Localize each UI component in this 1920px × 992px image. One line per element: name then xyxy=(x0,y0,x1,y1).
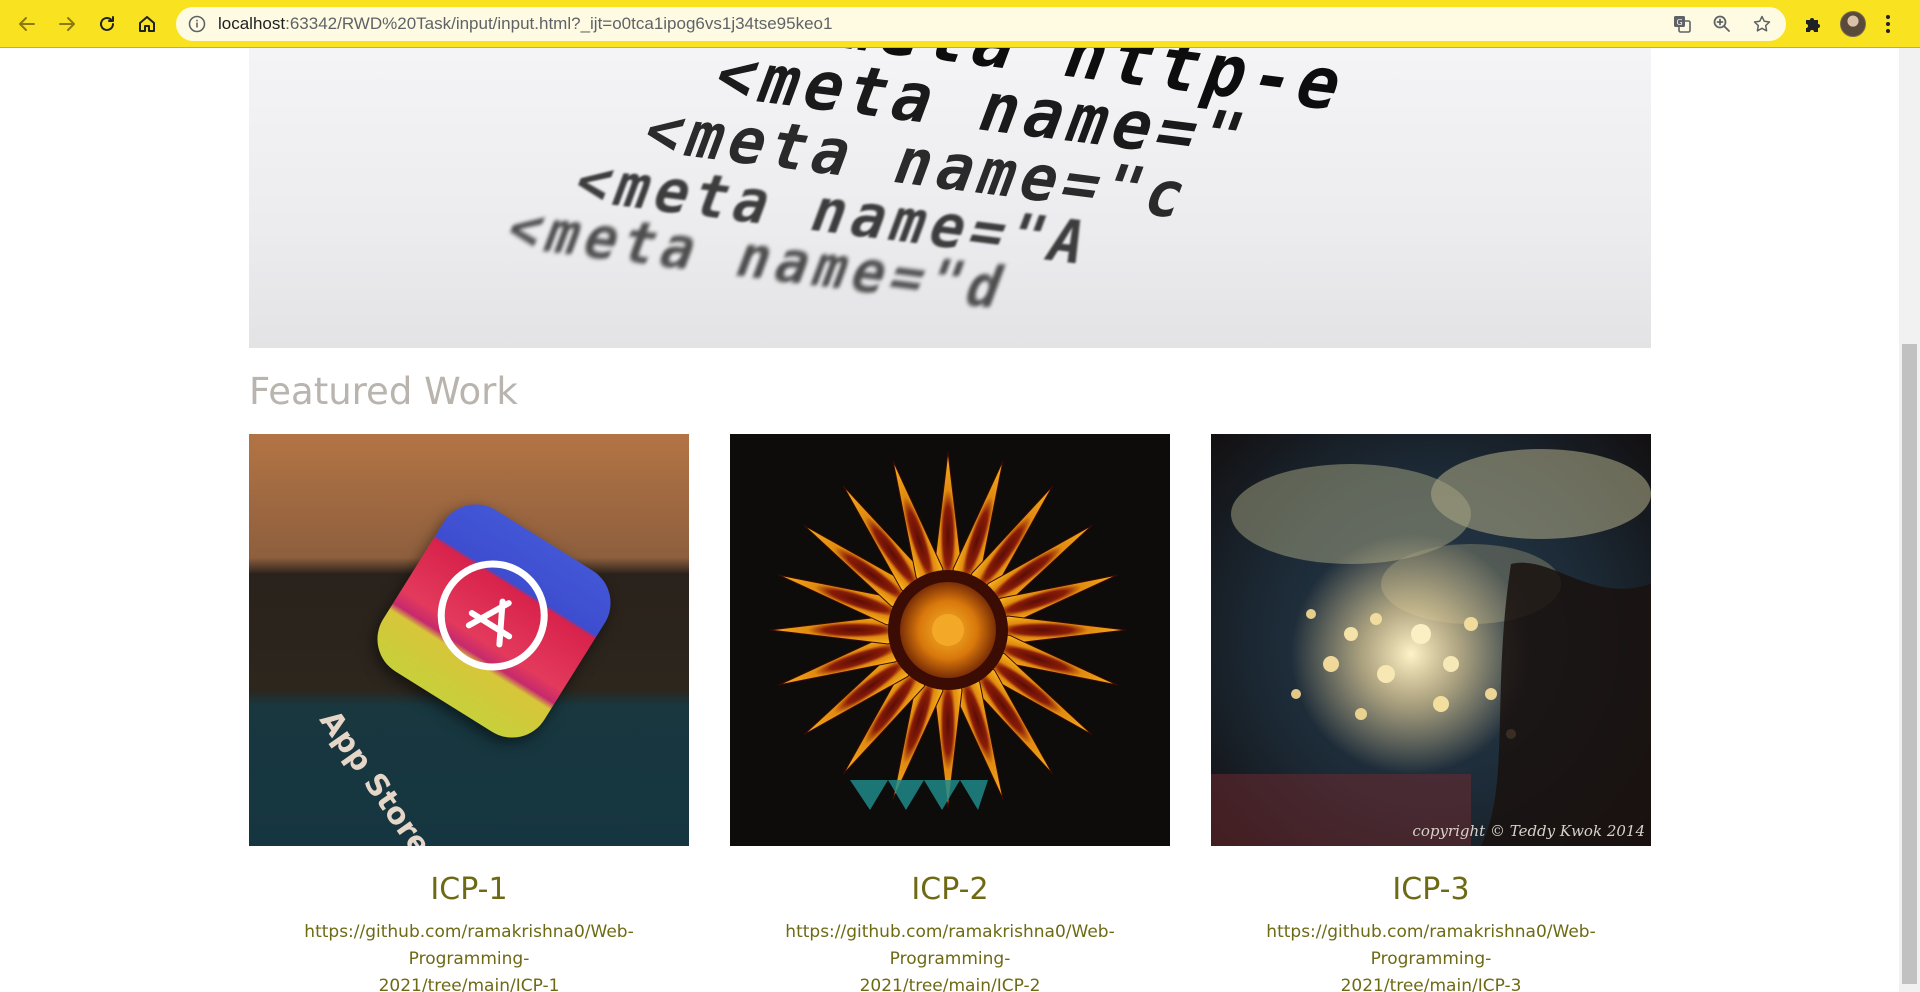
sunflower-image xyxy=(730,434,1170,846)
card-title: ICP-2 xyxy=(911,872,989,907)
card-link-line[interactable]: 2021/tree/main/ICP-3 xyxy=(1211,973,1651,992)
card-link-line[interactable]: 2021/tree/main/ICP-2 xyxy=(730,973,1170,992)
forward-button[interactable] xyxy=(52,9,82,39)
url-host: localhost xyxy=(218,14,286,33)
kebab-menu-icon[interactable] xyxy=(1884,13,1892,35)
bokeh-graphic xyxy=(1211,449,1651,846)
url-path: :63342/RWD%20Task/input/input.html?_ijt=… xyxy=(285,14,833,33)
translate-icon[interactable]: G xyxy=(1672,14,1692,34)
address-bar[interactable]: localhost:63342/RWD%20Task/input/input.h… xyxy=(176,7,1786,41)
bokeh-image: copyright © Teddy Kwok 2014 xyxy=(1211,434,1651,846)
hero-code-text: <meta http-e <meta name=" <meta name="c … xyxy=(249,48,1641,348)
card-title: ICP-3 xyxy=(1392,872,1470,907)
card-link[interactable]: https://github.com/ramakrishna0/Web-Prog… xyxy=(730,919,1170,992)
home-button[interactable] xyxy=(132,9,162,39)
page-viewport: <meta http-e <meta name=" <meta name="c … xyxy=(0,48,1899,992)
arrow-left-icon xyxy=(19,17,35,31)
info-icon[interactable] xyxy=(188,15,206,33)
zoom-icon[interactable] xyxy=(1712,14,1732,34)
image-watermark: copyright © Teddy Kwok 2014 xyxy=(1412,822,1645,840)
reload-button[interactable] xyxy=(92,9,122,39)
svg-text:G: G xyxy=(1677,18,1683,27)
featured-card-icp-2: ICP-2 https://github.com/ramakrishna0/We… xyxy=(730,434,1170,992)
card-link-line[interactable]: 2021/tree/main/ICP-1 xyxy=(249,973,689,992)
back-button[interactable] xyxy=(12,9,42,39)
card-link-line[interactable]: https://github.com/ramakrishna0/Web-Prog… xyxy=(249,919,689,973)
featured-card-icp-1: App Store ICP-1 https://github.com/ramak… xyxy=(249,434,689,992)
hero-image: <meta http-e <meta name=" <meta name="c … xyxy=(249,48,1651,348)
home-icon xyxy=(139,16,155,32)
card-link-line[interactable]: https://github.com/ramakrishna0/Web-Prog… xyxy=(1211,919,1651,973)
card-title: ICP-1 xyxy=(430,872,508,907)
sunflower-graphic xyxy=(769,451,1127,810)
browser-toolbar: localhost:63342/RWD%20Task/input/input.h… xyxy=(0,0,1920,48)
star-icon[interactable] xyxy=(1752,14,1772,34)
reload-icon xyxy=(100,16,114,31)
app-store-image: App Store xyxy=(249,434,689,846)
url-text: localhost:63342/RWD%20Task/input/input.h… xyxy=(218,14,832,34)
featured-card-icp-3: copyright © Teddy Kwok 2014 ICP-3 https:… xyxy=(1211,434,1651,992)
arrow-right-icon xyxy=(59,17,75,31)
vertical-scrollbar[interactable] xyxy=(1899,48,1920,992)
card-link-line[interactable]: https://github.com/ramakrishna0/Web-Prog… xyxy=(730,919,1170,973)
card-link[interactable]: https://github.com/ramakrishna0/Web-Prog… xyxy=(1211,919,1651,992)
featured-work-heading: Featured Work xyxy=(249,370,518,413)
profile-avatar[interactable] xyxy=(1840,11,1866,37)
scrollbar-thumb[interactable] xyxy=(1902,344,1917,984)
card-link[interactable]: https://github.com/ramakrishna0/Web-Prog… xyxy=(249,919,689,992)
app-store-label: App Store xyxy=(312,704,438,846)
puzzle-icon[interactable] xyxy=(1802,13,1824,35)
app-store-tile xyxy=(363,490,625,752)
